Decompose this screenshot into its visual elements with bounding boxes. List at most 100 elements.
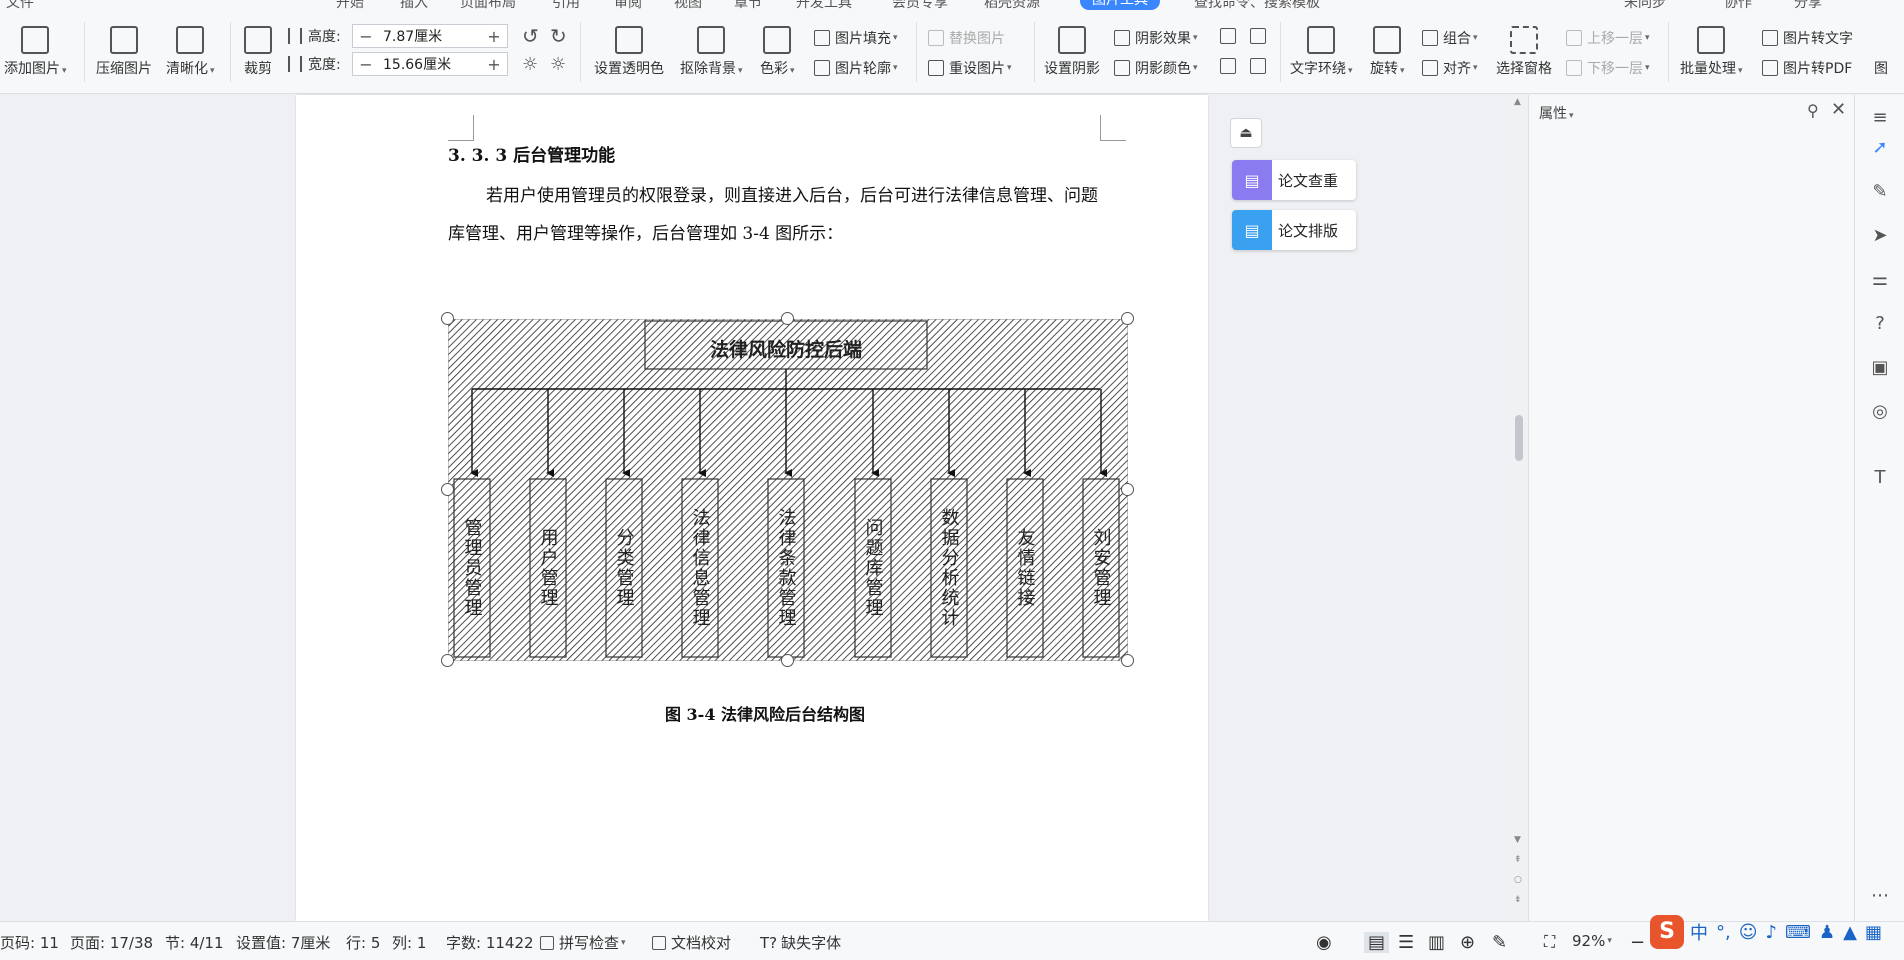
resize-handle-n[interactable] [781,312,794,325]
zoom-select[interactable]: 92% ▾ [1572,932,1612,950]
missing-font-button[interactable]: T? 缺失字体 [760,932,841,953]
set-shadow-button[interactable]: 设置阴影 [1044,26,1100,78]
reading-view-icon[interactable]: ▥ [1428,932,1445,953]
set-transparency-button[interactable]: 设置透明色 [594,26,664,78]
width-field[interactable]: − 15.66厘米 + [352,52,508,76]
web-view-icon[interactable]: ⊕ [1460,932,1475,953]
help-icon[interactable]: ? [1869,313,1891,335]
picture-to-text-button[interactable]: 图片转文字 [1762,28,1853,48]
group-button[interactable]: 组合 ▾ [1422,28,1478,48]
tab-picture-tools[interactable]: 图片工具 [1080,0,1160,10]
pen-icon[interactable]: ✎ [1869,181,1891,203]
prev-page-icon[interactable]: ⇞ [1514,855,1522,865]
contrast-button[interactable]: ☼ [550,54,566,75]
keyboard-icon[interactable]: ⌨ [1785,922,1811,943]
fit-page-icon[interactable]: ⛶ [1544,932,1555,952]
search-command[interactable]: 查找命令、搜索模板 [1194,0,1320,10]
shadow-effect-button[interactable]: 阴影效果 ▾ [1114,28,1198,48]
section-indicator[interactable]: 节: 4/11 [165,932,224,953]
resize-handle-nw[interactable] [441,312,454,325]
bring-forward-button[interactable]: 上移一层 ▾ [1566,28,1650,48]
shadow-up-button[interactable] [1220,28,1241,44]
page-code[interactable]: 页码: 11 [0,932,59,953]
user-icon[interactable]: ♟ [1819,922,1835,943]
scroll-down-icon[interactable]: ▼ [1514,835,1521,845]
properties-title[interactable]: 属性 ▾ [1539,103,1574,123]
select-browse-icon[interactable]: ○ [1514,875,1522,885]
resize-handle-e[interactable] [1121,483,1134,496]
collab-button[interactable]: 协作 [1724,0,1752,10]
picture-more-button[interactable]: 图 [1874,58,1888,78]
tab-review[interactable]: 审阅 [614,0,642,10]
outline-view-icon[interactable]: ☰ [1398,932,1414,953]
width-decrease-button[interactable]: − [353,55,379,74]
menu-icon[interactable]: ≡ [1869,107,1891,129]
paper-formatting-button[interactable]: ▤ 论文排版 [1232,210,1356,250]
tab-section[interactable]: 章节 [734,0,762,10]
tab-page-layout[interactable]: 页面布局 [460,0,516,10]
ime-lang[interactable]: 中 [1690,919,1708,945]
tab-view[interactable]: 视图 [674,0,702,10]
picture-fill-button[interactable]: 图片填充 ▾ [814,28,898,48]
ime-toolbar[interactable]: S 中 °, ☺ ♪ ⌨ ♟ ▲ ▦ [1650,912,1904,952]
sync-status[interactable]: 未同步 [1624,0,1666,10]
spell-check-button[interactable]: 拼写检查 ▾ [540,932,626,953]
microphone-icon[interactable]: ♪ [1766,922,1778,943]
tools-icon[interactable]: ▦ [1865,922,1882,943]
batch-process-button[interactable]: 批量处理 ▾ [1680,26,1743,78]
tab-file[interactable]: 文件 [6,0,34,10]
collapse-assistant-button[interactable]: ⏏ [1230,118,1262,148]
page-view-icon[interactable]: ▤ [1364,932,1390,953]
send-backward-button[interactable]: 下移一层 ▾ [1566,58,1650,78]
align-button[interactable]: 对齐 ▾ [1422,58,1478,78]
structure-diagram-image[interactable]: 法律风险防控后端 管理员管理 用户管理 分类管理 法律信息管理 法律条款管理 问… [441,312,1134,667]
tab-home[interactable]: 开始 [336,0,364,10]
resize-handle-w[interactable] [441,483,454,496]
emoji-icon[interactable]: ☺ [1739,922,1758,943]
color-button[interactable]: 色彩 ▾ [760,26,795,78]
width-increase-button[interactable]: + [481,55,507,74]
close-icon[interactable]: ✕ [1831,99,1846,120]
scroll-up-icon[interactable]: ▲ [1514,97,1521,107]
selection-pane-button[interactable]: 选择窗格 [1496,26,1552,78]
punctuation-icon[interactable]: °, [1716,922,1731,943]
tab-resources[interactable]: 稻壳资源 [984,0,1040,10]
width-value[interactable]: 15.66厘米 [379,54,481,74]
remove-background-button[interactable]: 抠除背景 ▾ [680,26,743,78]
resize-handle-se[interactable] [1121,654,1134,667]
add-picture-button[interactable]: 添加图片 ▾ [4,26,67,78]
tab-member[interactable]: 会员专享 [892,0,948,10]
shadow-left-button[interactable] [1220,58,1241,74]
compress-picture-button[interactable]: 压缩图片 [96,26,152,78]
more-icon[interactable]: ⋯ [1869,885,1891,907]
rotate-left-button[interactable]: ↺ [522,24,539,48]
word-count[interactable]: 字数: 11422 [446,932,534,953]
row-indicator[interactable]: 行: 5 [346,932,380,953]
tab-developer[interactable]: 开发工具 [796,0,852,10]
picture-outline-button[interactable]: 图片轮廓 ▾ [814,58,898,78]
tab-references[interactable]: 引用 [552,0,580,10]
plagiarism-check-button[interactable]: ▤ 论文查重 [1232,160,1356,200]
picture-to-pdf-button[interactable]: 图片转PDF [1762,58,1852,78]
page-indicator[interactable]: 页面: 17/38 [70,932,153,953]
rotate-button[interactable]: 旋转 ▾ [1370,26,1405,78]
height-increase-button[interactable]: + [481,27,507,46]
vertical-scrollbar[interactable]: ▲ ▼ ⇞ ○ ⇟ [1510,95,1528,921]
replace-picture-button[interactable]: 替换图片 [928,28,1005,48]
skin-icon[interactable]: ▲ [1843,922,1857,943]
next-page-icon[interactable]: ⇟ [1514,895,1522,905]
shadow-right-button[interactable] [1250,58,1271,74]
write-view-icon[interactable]: ✎ [1492,932,1507,953]
scroll-thumb[interactable] [1515,415,1523,461]
height-decrease-button[interactable]: − [353,27,379,46]
location-icon[interactable]: ◎ [1869,401,1891,423]
rocket-icon[interactable]: ➚ [1869,137,1891,159]
height-value[interactable]: 7.87厘米 [379,26,481,46]
column-indicator[interactable]: 列: 1 [392,932,426,953]
crop-button[interactable]: 裁剪 [244,26,272,78]
sliders-icon[interactable]: ⚌ [1869,269,1891,291]
reset-picture-button[interactable]: 重设图片 ▾ [928,58,1012,78]
rotate-right-button[interactable]: ↻ [550,24,567,48]
cursor-icon[interactable]: ➤ [1869,225,1891,247]
pin-icon[interactable]: ⚲ [1807,101,1819,120]
